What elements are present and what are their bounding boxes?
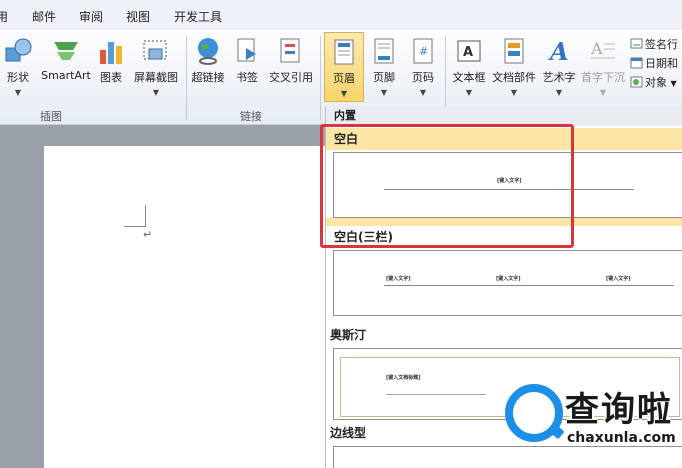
chart-icon — [100, 42, 122, 64]
shape-icon — [5, 38, 32, 62]
drop-cap-button[interactable]: A 首字下沉 ▼ — [580, 32, 626, 102]
svg-text:A: A — [590, 39, 603, 58]
bookmark-button[interactable]: 书签 — [230, 32, 264, 102]
signature-label: 签名行 — [645, 38, 678, 51]
watermark-logo: 查询啦 chaxunla.com — [505, 376, 682, 468]
separator — [320, 36, 321, 120]
header-label: 页眉 — [333, 72, 355, 85]
header-rule — [384, 285, 674, 286]
chevron-down-icon: ▼ — [340, 89, 348, 98]
tab-view[interactable]: 视图 — [126, 8, 150, 25]
chevron-down-icon: ▼ — [419, 88, 427, 97]
bookmark-icon — [237, 38, 256, 62]
chevron-down-icon: ▼ — [152, 88, 160, 97]
drop-cap-icon: A — [590, 39, 615, 59]
page-number-icon: # — [413, 38, 433, 64]
page-number-button[interactable]: # 页码 ▼ — [405, 32, 441, 102]
placeholder-text: [键入文档标题] — [386, 375, 421, 381]
chevron-down-icon: ▼ — [555, 88, 563, 97]
chart-button[interactable]: 图表 — [96, 32, 126, 102]
chart-label: 图表 — [100, 71, 122, 84]
quick-parts-label: 文档部件 — [492, 71, 536, 84]
textbox-label: 文本框 — [452, 71, 486, 84]
footer-icon — [374, 38, 394, 64]
crossref-icon — [280, 38, 300, 63]
tab-mailings[interactable]: 邮件 — [32, 8, 56, 25]
textbox-button[interactable]: A 文本框 ▼ — [450, 32, 488, 102]
chevron-down-icon: ▼ — [14, 88, 22, 97]
hyperlink-button[interactable]: 超链接 — [189, 32, 227, 102]
drop-cap-label: 首字下沉 — [581, 71, 625, 84]
gallery-item-three-column-preview[interactable]: [键入文字] [键入文字] [键入文字] — [333, 250, 682, 316]
date-time-label: 日期和 — [645, 57, 678, 70]
text-margin-corner — [124, 205, 146, 227]
gallery-section-builtin: 内置 — [326, 106, 682, 126]
document-page[interactable] — [44, 146, 344, 468]
wordart-label: 艺术字 — [542, 71, 576, 84]
footer-label: 页脚 — [373, 71, 395, 84]
chevron-down-icon: ▼ — [510, 88, 518, 97]
bookmark-label: 书签 — [236, 71, 258, 84]
chevron-down-icon: ▼ — [380, 88, 388, 97]
gallery-item-austin-title[interactable]: 奥斯汀 — [326, 324, 682, 346]
header-button[interactable]: 页眉 ▼ — [324, 32, 364, 102]
watermark-brand: 查询啦 — [565, 390, 673, 430]
highlight-box — [320, 124, 574, 248]
placeholder-text: [键入文字] — [496, 276, 521, 282]
svg-text:A: A — [548, 37, 569, 66]
paragraph-mark: ↵ — [143, 228, 153, 241]
smartart-button[interactable]: SmartArt — [38, 32, 94, 102]
svg-text:#: # — [419, 45, 428, 58]
header-icon — [334, 39, 354, 65]
object-label: 对象 — [645, 76, 667, 89]
footer-button[interactable]: 页脚 ▼ — [366, 32, 402, 102]
header-rule — [386, 394, 486, 395]
signature-icon — [630, 38, 643, 49]
smartart-label: SmartArt — [41, 69, 91, 82]
quick-parts-button[interactable]: 文档部件 ▼ — [491, 32, 537, 102]
menu-bar: 用 邮件 审阅 视图 开发工具 — [0, 0, 682, 30]
magnifier-icon — [505, 384, 563, 442]
placeholder-text: [键入文字] — [606, 276, 631, 282]
shape-label: 形状 — [7, 71, 29, 84]
chevron-down-icon: ▼ — [599, 88, 607, 97]
chevron-down-icon: ▼ — [670, 79, 677, 88]
tab-developer[interactable]: 开发工具 — [174, 8, 222, 25]
object-button[interactable]: 对象 ▼ — [630, 74, 677, 92]
wordart-icon: A — [548, 37, 569, 66]
crossref-label: 交叉引用 — [269, 71, 313, 84]
textbox-icon: A — [457, 40, 481, 62]
svg-text:A: A — [463, 45, 473, 60]
screenshot-button[interactable]: 屏幕截图 ▼ — [130, 32, 182, 102]
signature-line-button[interactable]: 签名行 — [630, 36, 678, 54]
object-icon — [630, 76, 643, 88]
screenshot-label: 屏幕截图 — [134, 71, 178, 84]
group-label-illustrations: 插图 — [40, 110, 62, 123]
page-number-label: 页码 — [412, 71, 434, 84]
placeholder-text: [键入文字] — [386, 276, 411, 282]
globe-link-icon — [198, 38, 218, 65]
wordart-button[interactable]: A 艺术字 ▼ — [540, 32, 578, 102]
tab-review[interactable]: 审阅 — [79, 8, 103, 25]
watermark-url: chaxunla.com — [567, 430, 676, 446]
group-label-links: 链接 — [240, 110, 262, 123]
crossref-button[interactable]: 交叉引用 — [266, 32, 316, 102]
date-time-button[interactable]: 日期和 — [630, 55, 678, 73]
screenshot-icon — [143, 40, 167, 60]
separator — [186, 36, 187, 120]
calendar-icon — [630, 57, 643, 69]
hyperlink-label: 超链接 — [191, 71, 225, 84]
shape-button[interactable]: 形状 ▼ — [0, 32, 36, 102]
chevron-down-icon: ▼ — [465, 88, 473, 97]
tab-reference[interactable]: 用 — [0, 8, 8, 25]
quick-parts-icon — [504, 38, 524, 64]
smartart-icon — [54, 42, 78, 60]
